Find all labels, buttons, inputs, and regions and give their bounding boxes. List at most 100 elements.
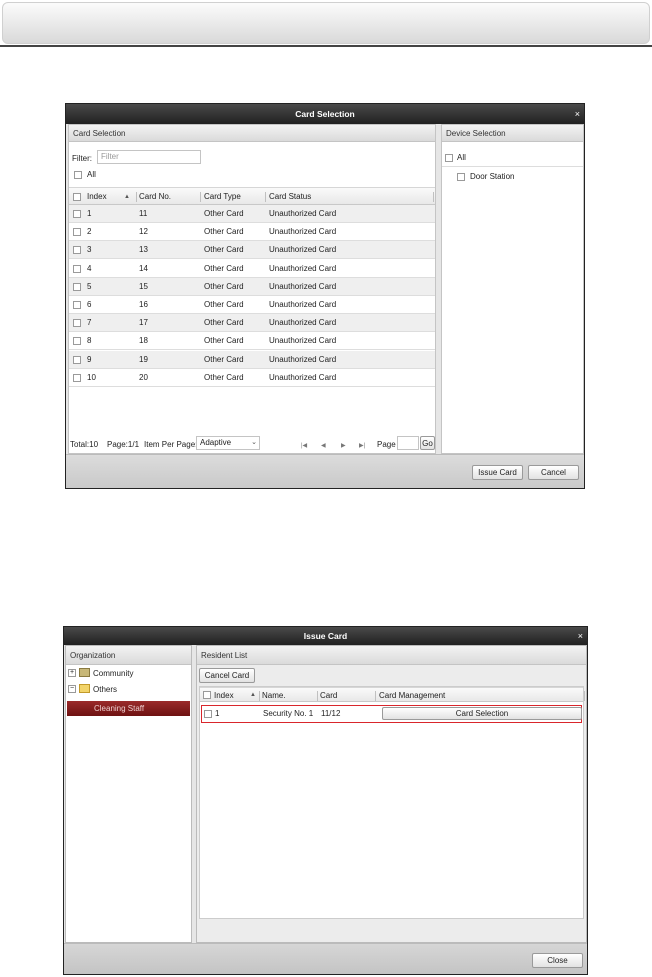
column-divider bbox=[375, 691, 376, 701]
row-card-type: Other Card bbox=[204, 281, 244, 291]
row-checkbox[interactable] bbox=[73, 319, 81, 328]
row-checkbox[interactable] bbox=[73, 210, 81, 218]
card-selection-button[interactable]: Card Selection bbox=[382, 707, 582, 720]
row-checkbox[interactable] bbox=[73, 228, 81, 237]
table-row[interactable]: 3 13 Other Card Unauthorized Card bbox=[69, 241, 435, 260]
table-row[interactable]: 2 12 Other Card Unauthorized Card bbox=[69, 223, 435, 242]
row-index: 5 bbox=[87, 281, 92, 291]
dialog-title-bar: Issue Card bbox=[64, 627, 587, 645]
table-row[interactable]: 8 18 Other Card Unauthorized Card bbox=[69, 332, 435, 351]
column-divider bbox=[265, 192, 266, 202]
row-checkbox[interactable] bbox=[73, 264, 81, 273]
row-card-status: Unauthorized Card bbox=[269, 263, 337, 273]
row-card-type: Other Card bbox=[204, 245, 244, 255]
row-checkbox[interactable] bbox=[73, 301, 81, 309]
column-card-type[interactable]: Card Type bbox=[204, 188, 241, 206]
row-card-type: Other Card bbox=[204, 354, 244, 364]
filter-input[interactable]: Filter bbox=[97, 150, 201, 164]
first-page-icon[interactable]: |◀ bbox=[301, 442, 307, 449]
row-checkbox[interactable] bbox=[73, 246, 81, 255]
tree-node-label: Cleaning Staff bbox=[94, 704, 145, 713]
column-divider bbox=[433, 192, 434, 202]
table-row[interactable]: 1 11 Other Card Unauthorized Card bbox=[69, 205, 435, 223]
column-divider bbox=[259, 691, 260, 701]
row-card-status: Unauthorized Card bbox=[269, 245, 337, 255]
row-card-no: 11 bbox=[139, 209, 148, 218]
expand-icon[interactable]: + bbox=[68, 669, 76, 677]
row-name: Security No. 1 bbox=[263, 709, 314, 718]
tree-node-community[interactable]: + Community bbox=[66, 668, 191, 683]
row-index: 8 bbox=[87, 336, 92, 346]
row-checkbox[interactable] bbox=[73, 337, 81, 346]
row-card-no: 13 bbox=[139, 245, 148, 255]
all-cards-checkbox[interactable] bbox=[74, 171, 82, 179]
card-selection-pane: Card Selection Filter: Filter All Index … bbox=[68, 124, 436, 454]
row-card-type: Other Card bbox=[204, 372, 244, 382]
row-card-status: Unauthorized Card bbox=[269, 336, 337, 346]
table-row[interactable]: 4 14 Other Card Unauthorized Card bbox=[69, 260, 435, 278]
column-name[interactable]: Name. bbox=[262, 688, 286, 703]
community-icon bbox=[79, 668, 90, 677]
document-header-band bbox=[2, 2, 650, 44]
collapse-icon[interactable]: − bbox=[68, 685, 76, 693]
cancel-card-button[interactable]: Cancel Card bbox=[199, 668, 255, 683]
row-checkbox[interactable] bbox=[73, 373, 81, 382]
filter-label: Filter: bbox=[72, 154, 92, 163]
tree-node-label: Others bbox=[93, 685, 118, 694]
resident-list-pane: Resident List Cancel Card Index ▲ Name. … bbox=[196, 645, 587, 943]
page-label: Page bbox=[377, 440, 396, 449]
column-index[interactable]: Index bbox=[87, 188, 107, 206]
close-button[interactable]: Close bbox=[532, 953, 583, 968]
row-card-type: Other Card bbox=[204, 227, 244, 237]
column-card-status[interactable]: Card Status bbox=[269, 188, 311, 206]
table-row[interactable]: 6 16 Other Card Unauthorized Card bbox=[69, 296, 435, 314]
next-page-icon[interactable]: ▶ bbox=[341, 442, 346, 449]
dialog-footer: Close bbox=[64, 943, 587, 974]
table-row[interactable]: 7 17 Other Card Unauthorized Card bbox=[69, 314, 435, 333]
row-checkbox[interactable] bbox=[204, 710, 212, 718]
item-per-page-label: Item Per Page: bbox=[144, 440, 198, 449]
resident-table-header: Index ▲ Name. Card Card Management bbox=[200, 687, 585, 703]
tree-node-cleaning-staff[interactable]: Cleaning Staff bbox=[67, 701, 190, 716]
row-checkbox[interactable] bbox=[73, 355, 81, 364]
dialog-footer: Issue Card Cancel bbox=[66, 454, 584, 488]
cancel-button[interactable]: Cancel bbox=[528, 465, 579, 480]
row-card-no: 12 bbox=[139, 227, 148, 237]
sort-asc-icon[interactable]: ▲ bbox=[124, 188, 130, 206]
item-per-page-select[interactable]: Adaptive ⌄ bbox=[196, 436, 260, 450]
go-button[interactable]: Go bbox=[420, 436, 435, 450]
last-page-icon[interactable]: ▶| bbox=[359, 442, 365, 449]
dialog-title: Card Selection bbox=[295, 109, 355, 119]
device-all-checkbox[interactable] bbox=[445, 154, 453, 162]
column-divider bbox=[584, 691, 585, 701]
table-row[interactable]: 5 15 Other Card Unauthorized Card bbox=[69, 277, 435, 296]
prev-page-icon[interactable]: ◀ bbox=[321, 442, 326, 449]
row-card-type: Other Card bbox=[204, 300, 244, 309]
row-checkbox[interactable] bbox=[73, 282, 81, 291]
tree-node-others[interactable]: − Others bbox=[66, 684, 191, 699]
sort-asc-icon[interactable]: ▲ bbox=[250, 688, 256, 703]
column-card-management[interactable]: Card Management bbox=[379, 688, 445, 703]
column-card[interactable]: Card bbox=[320, 688, 337, 703]
header-checkbox[interactable] bbox=[73, 193, 81, 201]
column-card-no[interactable]: Card No. bbox=[139, 188, 171, 206]
page-number-input[interactable] bbox=[397, 436, 419, 450]
table-row[interactable]: 9 19 Other Card Unauthorized Card bbox=[69, 350, 435, 369]
close-icon[interactable]: × bbox=[575, 104, 580, 124]
document-header-rule bbox=[0, 45, 652, 47]
page-indicator: Page:1/1 bbox=[107, 440, 140, 449]
row-card-status: Unauthorized Card bbox=[269, 209, 337, 218]
device-all-row: All bbox=[442, 149, 583, 167]
issue-card-button[interactable]: Issue Card bbox=[472, 465, 523, 480]
row-card-status: Unauthorized Card bbox=[269, 300, 337, 309]
row-card-no: 16 bbox=[139, 300, 148, 309]
header-checkbox[interactable] bbox=[203, 691, 211, 699]
table-row[interactable]: 1 Security No. 1 11/12 Card Selection bbox=[201, 705, 582, 723]
table-row[interactable]: 10 20 Other Card Unauthorized Card bbox=[69, 369, 435, 387]
resident-table: Index ▲ Name. Card Card Management 1 Sec… bbox=[199, 686, 585, 919]
row-index: 1 bbox=[215, 709, 220, 718]
device-checkbox[interactable] bbox=[457, 173, 465, 181]
close-icon[interactable]: × bbox=[578, 627, 583, 645]
column-divider bbox=[317, 691, 318, 701]
column-index[interactable]: Index bbox=[214, 688, 234, 703]
